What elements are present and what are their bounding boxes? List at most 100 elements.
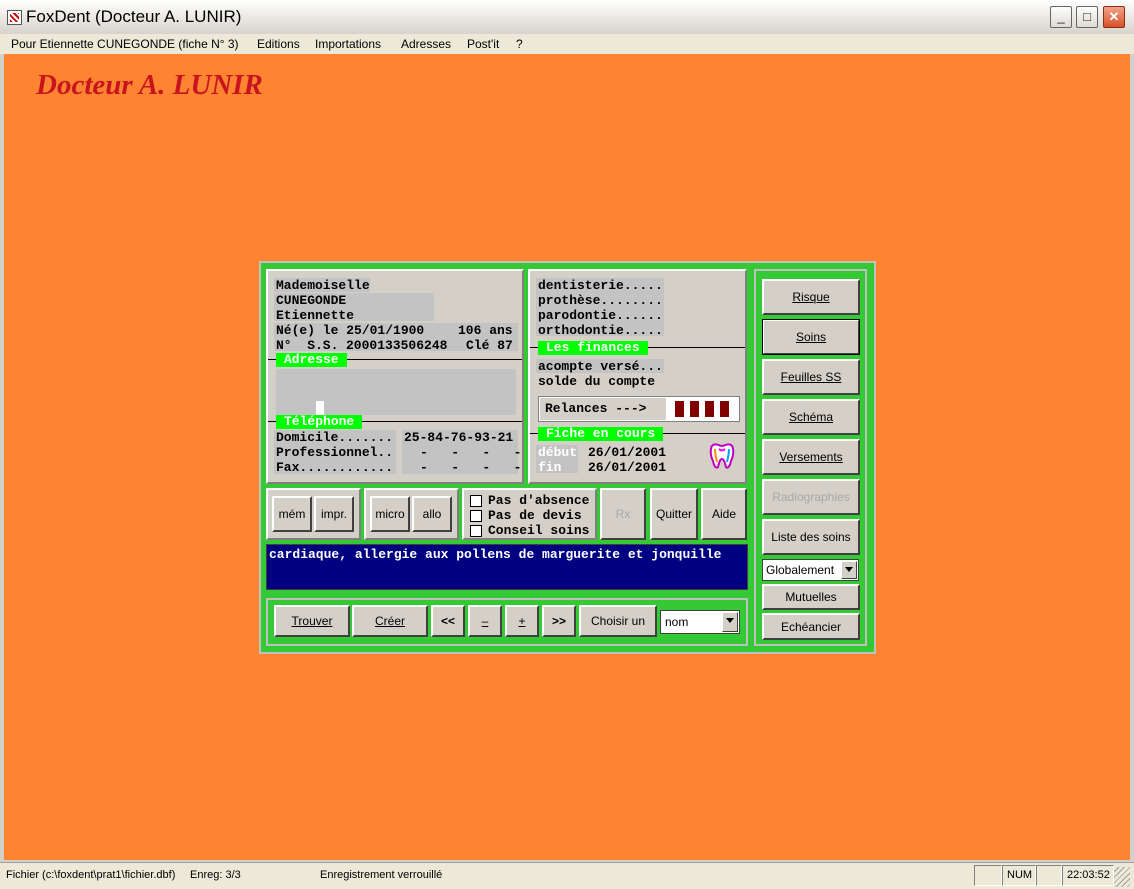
choose-button[interactable]: Choisir un [579,605,657,637]
patient-age: 106 ans [458,323,513,338]
print-button[interactable]: impr. [314,496,354,532]
payments-button[interactable]: Versements [762,439,860,475]
status-time: 22:03:52 [1062,865,1114,886]
rx-button[interactable]: Rx [600,488,646,540]
address-field[interactable] [276,369,516,415]
options-group: Pas d'absence Pas de devis Conseil soins [462,488,597,540]
navigation-bar: Trouver Créer << – + >> Choisir un nom [266,598,748,646]
care-advice-checkbox[interactable] [470,525,482,537]
treatment-orthodontics: orthodontie..... [538,323,663,338]
status-file: Fichier (c:\foxdent\prat1\fichier.dbf) [6,869,176,881]
section-current-sheet: Fiche en cours [538,427,664,441]
chevron-down-icon[interactable] [722,612,738,632]
no-absence-checkbox[interactable] [470,495,482,507]
patient-ss-label: N° S.S. [276,338,339,353]
section-address: Adresse [276,353,347,367]
treatment-dentistry: dentisterie..... [538,278,663,293]
phone-home-value[interactable]: 25-84-76-93-21 [404,430,513,445]
patient-ss-key: Clé 87 [466,338,513,353]
notes-field[interactable]: cardiaque, allergie aux pollens de margu… [266,544,748,590]
menu-editions[interactable]: Editions [257,37,300,51]
notes-text: cardiaque, allergie aux pollens de margu… [269,547,722,562]
next-record-button[interactable]: + [505,605,539,637]
schedule-button[interactable]: Echéancier [762,613,860,640]
app-icon[interactable] [7,10,22,25]
status-record: Enreg: 3/3 [190,869,241,881]
no-quote-checkbox[interactable] [470,510,482,522]
scope-value: Globalement [766,563,835,577]
maximize-button[interactable]: □ [1076,6,1098,28]
menu-help[interactable]: ? [516,37,523,51]
side-column: Risque Soins Feuilles SS Schéma Versemen… [754,269,867,646]
sheet-end-label: fin [538,460,562,475]
patient-ss-number[interactable]: 2000133506248 [346,338,447,353]
phone-home-label: Domicile....... [276,430,394,445]
menu-bar: Pour Etiennette CUNEGONDE (fiche N° 3) E… [0,34,1134,54]
no-quote-label: Pas de devis [488,508,582,523]
schema-button[interactable]: Schéma [762,399,860,435]
scope-select[interactable]: Globalement [762,559,859,581]
risk-button[interactable]: Risque [762,279,860,315]
no-absence-label: Pas d'absence [488,493,590,508]
micro-button[interactable]: micro [370,496,410,532]
care-advice-label: Conseil soins [488,523,590,538]
first-record-button[interactable]: << [431,605,465,637]
phone-work-label: Professionnel.. [276,445,394,460]
patient-first-name[interactable]: Etiennette [276,308,354,323]
create-button[interactable]: Créer [352,605,428,637]
resize-grip[interactable] [1114,867,1130,887]
memo-print-group: mém impr. [266,488,361,540]
chevron-down-icon[interactable] [841,561,857,579]
finance-panel: dentisterie..... prothèse........ parodo… [528,269,747,484]
treatment-prosthesis: prothèse........ [538,293,663,308]
phone-fax-value[interactable]: - - - - [420,460,521,475]
help-button[interactable]: Aide [701,488,747,540]
finance-deposit: acompte versé... [538,359,663,374]
section-phone: Téléphone [276,415,363,429]
xrays-button[interactable]: Radiographies [762,479,860,515]
last-record-button[interactable]: >> [542,605,576,637]
micro-call-group: micro allo [364,488,459,540]
memo-button[interactable]: mém [272,496,312,532]
reminder-indicator [705,401,714,417]
section-finances: Les finances [538,341,648,355]
call-button[interactable]: allo [412,496,452,532]
close-button[interactable]: ✕ [1103,6,1125,28]
patient-birth[interactable]: Né(e) le 25/01/1900 [276,323,424,338]
search-by-select[interactable]: nom [660,610,740,634]
phone-work-value[interactable]: - - - - [420,445,521,460]
search-by-value: nom [665,615,689,629]
reminders-box: Relances ---> [538,396,740,422]
status-scroll [1036,865,1062,886]
phone-fax-label: Fax............ [276,460,394,475]
title-bar[interactable]: FoxDent (Docteur A. LUNIR) _ □ ✕ [0,0,1134,34]
insurers-button[interactable]: Mutuelles [762,584,860,610]
patient-civility: Mademoiselle [276,278,370,293]
reminder-indicators [675,401,737,417]
finance-balance: solde du compte [538,374,656,389]
previous-record-button[interactable]: – [468,605,502,637]
patient-form: Mademoiselle CUNEGONDE Etiennette Né(e) … [259,261,876,654]
patient-last-name[interactable]: CUNEGONDE [276,293,346,308]
find-button[interactable]: Trouver [274,605,350,637]
minimize-button[interactable]: _ [1050,6,1072,28]
reminder-indicator [675,401,684,417]
window-title: FoxDent (Docteur A. LUNIR) [26,7,242,26]
care-list-button[interactable]: Liste des soins [762,519,860,555]
menu-postit[interactable]: Post'it [467,37,499,51]
quit-button[interactable]: Quitter [650,488,698,540]
tooth-icon[interactable] [708,441,736,471]
status-lock: Enregistrement verrouillé [320,869,443,881]
reminder-indicator [690,401,699,417]
treatment-periodontics: parodontie...... [538,308,663,323]
menu-patient[interactable]: Pour Etiennette CUNEGONDE (fiche N° 3) [11,37,239,51]
reminder-indicator [720,401,729,417]
care-button[interactable]: Soins [762,319,860,355]
ss-sheets-button[interactable]: Feuilles SS [762,359,860,395]
menu-adresses[interactable]: Adresses [401,37,451,51]
status-num: NUM [1002,865,1036,886]
patient-panel: Mademoiselle CUNEGONDE Etiennette Né(e) … [266,269,524,484]
status-caps [974,865,1002,886]
reminders-label: Relances ---> [545,401,647,416]
menu-importations[interactable]: Importations [315,37,381,51]
